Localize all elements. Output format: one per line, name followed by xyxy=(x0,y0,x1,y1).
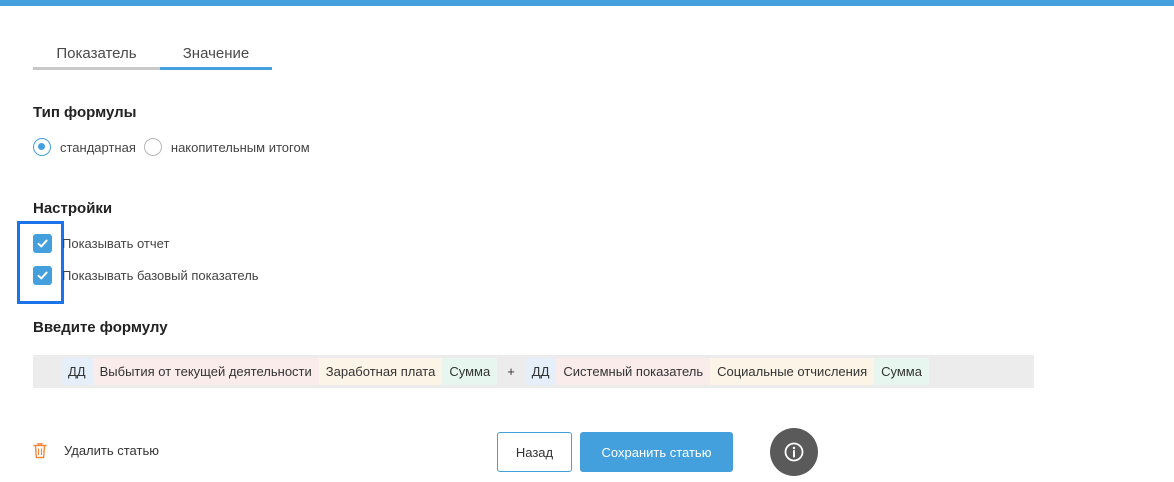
formula-token[interactable]: Сумма xyxy=(874,358,929,385)
radio-standard-label: стандартная xyxy=(60,139,136,155)
formula-token[interactable]: Системный показатель xyxy=(556,358,711,385)
tab-value[interactable]: Значение xyxy=(160,38,272,70)
delete-article-label: Удалить статью xyxy=(64,443,159,458)
back-button[interactable]: Назад xyxy=(497,432,572,472)
formula-token[interactable]: ДД xyxy=(524,358,557,385)
checkmark-icon xyxy=(37,239,48,248)
top-accent-bar xyxy=(0,0,1174,6)
trash-icon[interactable] xyxy=(33,442,47,459)
checkmark-icon xyxy=(37,271,48,280)
checkbox-show-base-indicator[interactable]: Показывать базовый показатель xyxy=(33,266,259,285)
delete-article-link[interactable]: Удалить статью xyxy=(33,442,159,459)
checkbox-show-base-indicator-label: Показывать базовый показатель xyxy=(62,268,259,283)
info-button[interactable] xyxy=(770,428,818,476)
settings-title: Настройки xyxy=(33,200,113,217)
checkbox-show-report-label: Показывать отчет xyxy=(62,236,170,251)
checkbox-checked[interactable] xyxy=(33,234,52,253)
radio-button-unchecked[interactable] xyxy=(143,138,162,156)
formula-title: Введите формулу xyxy=(33,319,168,336)
formula-operator: + xyxy=(507,364,515,379)
formula-input[interactable]: ДД Выбытия от текущей деятельности Зараб… xyxy=(33,355,1034,388)
formula-token[interactable]: Сумма xyxy=(442,358,498,385)
save-article-button[interactable]: Сохранить статью xyxy=(580,432,733,472)
formula-token[interactable]: ДД xyxy=(61,358,93,385)
formula-type-title: Тип формулы xyxy=(33,104,137,121)
formula-token[interactable]: Выбытия от текущей деятельности xyxy=(92,358,319,385)
radio-button-checked[interactable] xyxy=(33,138,51,156)
radio-cumulative-label: накопительным итогом xyxy=(170,139,310,155)
formula-type-radio-group: стандартная накопительным итогом xyxy=(33,138,318,156)
tab-bar: Показатель Значение xyxy=(33,38,272,70)
tab-indicator[interactable]: Показатель xyxy=(33,38,160,70)
info-icon xyxy=(784,442,804,462)
checkbox-checked[interactable] xyxy=(33,266,52,285)
radio-cumulative[interactable]: накопительным итогом xyxy=(143,138,310,156)
formula-token[interactable]: Социальные отчисления xyxy=(710,358,875,385)
checkbox-show-report[interactable]: Показывать отчет xyxy=(33,234,169,253)
formula-token[interactable]: Заработная плата xyxy=(318,358,443,385)
radio-standard[interactable]: стандартная xyxy=(33,138,136,156)
